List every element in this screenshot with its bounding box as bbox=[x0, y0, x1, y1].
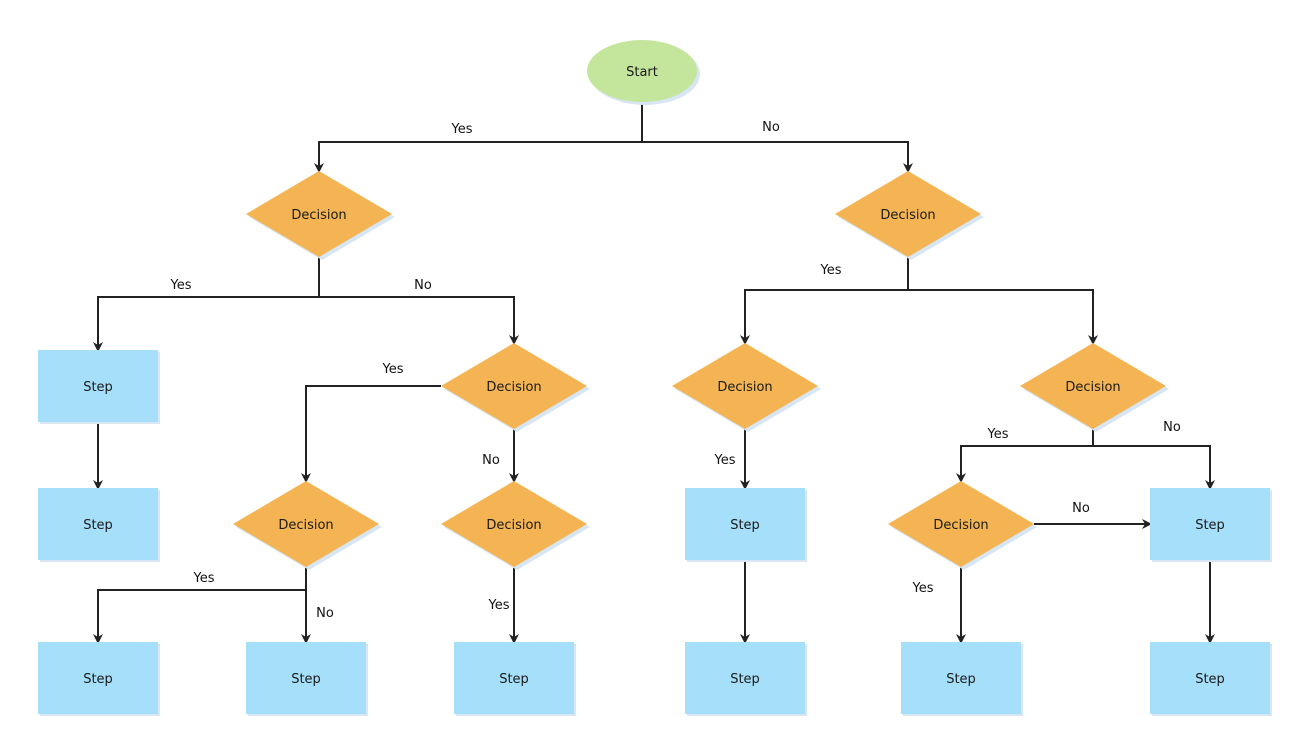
decision-node[interactable]: Decision bbox=[441, 343, 590, 432]
flowchart-canvas: Start Decision Decision Step Step Decision Dec… bbox=[38, 40, 1272, 716]
edge-label-no: No bbox=[414, 278, 432, 293]
edges-layer bbox=[93, 102, 1215, 644]
node-label: Decision bbox=[717, 380, 772, 395]
connector-d7-to-s8 bbox=[1093, 445, 1215, 490]
connector-d7-to-d8 bbox=[956, 429, 1094, 483]
step-node[interactable]: Step bbox=[1150, 488, 1272, 562]
edge-label-no: No bbox=[316, 606, 334, 621]
connector-d4-to-d3 bbox=[301, 385, 441, 483]
step-node[interactable]: Step bbox=[1150, 642, 1272, 716]
edge-label-yes: Yes bbox=[488, 598, 510, 613]
decision-node[interactable]: Decision bbox=[672, 343, 821, 432]
node-label: Decision bbox=[880, 208, 935, 223]
node-label: Step bbox=[946, 672, 976, 687]
node-label: Step bbox=[730, 672, 760, 687]
node-label: Start bbox=[626, 65, 658, 80]
step-node[interactable]: Step bbox=[901, 642, 1023, 716]
decision-node[interactable]: Decision bbox=[888, 481, 1037, 570]
start-node[interactable]: Start bbox=[587, 40, 700, 105]
edge-label-yes: Yes bbox=[987, 427, 1009, 442]
edge-label-no: No bbox=[482, 453, 500, 468]
edge-label-yes: Yes bbox=[912, 581, 934, 596]
edge-label-yes: Yes bbox=[451, 122, 473, 137]
edge-label-yes: Yes bbox=[714, 453, 736, 468]
decision-node[interactable]: Decision bbox=[246, 171, 395, 260]
connector-start-to-d2 bbox=[642, 141, 913, 173]
node-label: Step bbox=[83, 518, 113, 533]
node-label: Step bbox=[83, 380, 113, 395]
node-label: Decision bbox=[1065, 380, 1120, 395]
node-label: Step bbox=[1195, 672, 1225, 687]
step-node[interactable]: Step bbox=[685, 488, 807, 562]
edge-label-yes: Yes bbox=[170, 278, 192, 293]
decision-node[interactable]: Decision bbox=[1020, 343, 1169, 432]
edge-label-no: No bbox=[1163, 420, 1181, 435]
edge-label-yes: Yes bbox=[382, 362, 404, 377]
step-node[interactable]: Step bbox=[38, 350, 160, 424]
connector-d1-to-d4 bbox=[319, 296, 519, 345]
connector-start-to-d1 bbox=[314, 102, 643, 173]
node-label: Step bbox=[730, 518, 760, 533]
step-node[interactable]: Step bbox=[38, 642, 160, 716]
edge-label-yes: Yes bbox=[820, 263, 842, 278]
edge-label-yes: Yes bbox=[193, 571, 215, 586]
node-label: Step bbox=[291, 672, 321, 687]
node-label: Decision bbox=[291, 208, 346, 223]
edge-label-no: No bbox=[762, 120, 780, 135]
decision-node[interactable]: Decision bbox=[233, 481, 382, 570]
step-node[interactable]: Step bbox=[685, 642, 807, 716]
node-label: Step bbox=[1195, 518, 1225, 533]
node-label: Decision bbox=[486, 518, 541, 533]
step-node[interactable]: Step bbox=[454, 642, 576, 716]
decision-node[interactable]: Decision bbox=[835, 171, 984, 260]
node-label: Decision bbox=[486, 380, 541, 395]
node-label: Decision bbox=[933, 518, 988, 533]
edge-label-no: No bbox=[1072, 501, 1090, 516]
decision-node[interactable]: Decision bbox=[441, 481, 590, 570]
step-node[interactable]: Step bbox=[246, 642, 368, 716]
node-label: Step bbox=[83, 672, 113, 687]
step-node[interactable]: Step bbox=[38, 488, 160, 562]
node-label: Decision bbox=[278, 518, 333, 533]
node-label: Step bbox=[499, 672, 529, 687]
connector-d1-to-s1 bbox=[93, 257, 320, 352]
connector-d2-to-d7 bbox=[908, 289, 1098, 345]
